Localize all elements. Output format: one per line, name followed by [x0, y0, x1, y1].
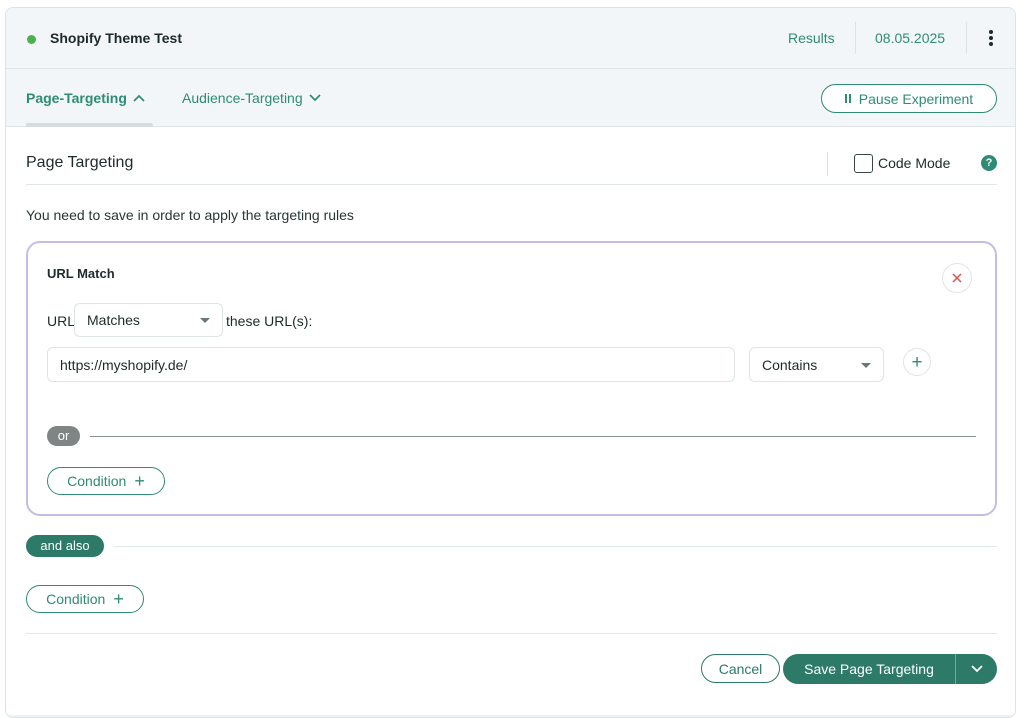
pause-icon — [844, 94, 851, 103]
url-match-card: URL Match URL Matches these URL(s): Cont… — [26, 241, 997, 516]
experiment-header: Shopify Theme Test Results 08.05.2025 — [6, 8, 1015, 69]
save-options-button[interactable] — [955, 654, 997, 684]
more-options-icon[interactable] — [984, 26, 998, 50]
code-mode-checkbox[interactable] — [854, 154, 873, 173]
chevron-down-icon — [309, 94, 321, 102]
status-dot-icon — [27, 35, 36, 44]
condition-label: Condition — [46, 591, 106, 607]
url-label: URL — [47, 313, 76, 329]
url-input[interactable] — [47, 347, 735, 382]
experiment-title: Shopify Theme Test — [50, 30, 182, 46]
pause-experiment-button[interactable]: Pause Experiment — [821, 84, 997, 113]
page-title: Page Targeting — [26, 154, 134, 171]
and-also-divider — [114, 546, 997, 547]
chevron-down-icon — [970, 665, 983, 673]
code-mode-label: Code Mode — [878, 155, 951, 171]
remove-condition-button[interactable] — [942, 263, 972, 293]
footer-divider — [26, 633, 997, 634]
save-label: Save Page Targeting — [804, 661, 934, 677]
experiment-date: 08.05.2025 — [875, 30, 946, 46]
add-url-button[interactable]: + — [903, 348, 931, 376]
close-icon — [952, 273, 962, 283]
plus-icon: + — [134, 471, 145, 491]
question-circle-icon[interactable]: ? — [981, 155, 997, 171]
header-divider — [966, 22, 967, 54]
url-match-title: URL Match — [47, 266, 115, 281]
or-badge: or — [47, 426, 80, 446]
tab-page-targeting[interactable]: Page-Targeting — [26, 88, 145, 108]
or-divider — [90, 436, 976, 437]
dropdown-caret-icon — [200, 318, 210, 323]
match-mode-value: Matches — [87, 312, 140, 328]
targeting-tabs: Page-Targeting Audience-Targeting Pause … — [6, 69, 1015, 127]
tab-label: Audience-Targeting — [182, 90, 303, 106]
cancel-label: Cancel — [718, 660, 763, 677]
and-also-badge: and also — [26, 535, 104, 557]
save-page-targeting-group: Save Page Targeting — [783, 654, 997, 684]
header-divider — [855, 22, 856, 54]
save-page-targeting-button[interactable]: Save Page Targeting — [783, 654, 955, 684]
results-link[interactable]: Results — [788, 28, 835, 48]
add-condition-button[interactable]: Condition + — [47, 467, 165, 495]
active-tab-indicator — [26, 123, 153, 127]
match-mode-select[interactable]: Matches — [74, 303, 223, 337]
section-divider-line — [26, 184, 997, 185]
plus-icon: + — [911, 351, 923, 373]
section-divider — [827, 152, 828, 176]
operator-value: Contains — [762, 356, 818, 373]
tab-label: Page-Targeting — [26, 90, 127, 106]
tab-audience-targeting[interactable]: Audience-Targeting — [182, 88, 321, 108]
experiment-panel: Shopify Theme Test Results 08.05.2025 Pa… — [5, 7, 1016, 718]
plus-icon: + — [113, 589, 124, 609]
condition-label: Condition — [67, 473, 127, 489]
operator-select[interactable]: Contains — [749, 347, 884, 382]
chevron-up-icon — [133, 94, 145, 102]
save-hint-text: You need to save in order to apply the t… — [26, 207, 354, 223]
cancel-button[interactable]: Cancel — [701, 654, 780, 683]
pause-experiment-label: Pause Experiment — [858, 90, 974, 107]
dropdown-caret-icon — [861, 362, 871, 368]
these-urls-label: these URL(s): — [226, 313, 313, 329]
add-and-condition-button[interactable]: Condition + — [26, 585, 144, 613]
